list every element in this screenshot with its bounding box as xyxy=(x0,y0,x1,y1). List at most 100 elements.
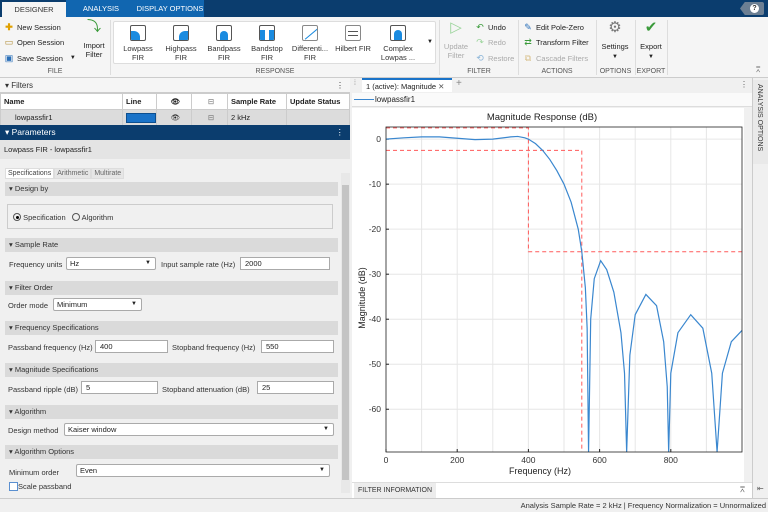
undo-button[interactable]: ↶ Undo xyxy=(475,22,506,32)
export-button[interactable]: ✔ Export ▼ xyxy=(636,20,666,62)
y-axis-label: Magnitude (dB) xyxy=(357,267,367,329)
frequency-units-select[interactable]: Hz ▼ xyxy=(66,257,156,270)
design-method-select[interactable]: Kaiser window ▼ xyxy=(64,423,334,436)
eye-icon[interactable]: 👁 xyxy=(156,93,192,110)
tab-specifications[interactable]: Specifications xyxy=(5,168,55,179)
filters-panel-header[interactable]: ▾ Filters ⋮ xyxy=(0,78,350,93)
col-line[interactable]: Line xyxy=(122,93,157,110)
scrollbar-thumb[interactable] xyxy=(342,185,349,480)
frequency-specs-header[interactable]: ▾ Frequency Specifications xyxy=(5,321,338,335)
label: Complex xyxy=(383,44,413,53)
save-session-label: Save Session xyxy=(17,53,63,63)
transform-filter-button[interactable]: ⇄ Transform Filter xyxy=(523,37,588,47)
stopband-attenuation-input[interactable]: 25 xyxy=(257,381,334,394)
scale-passband-checkbox[interactable]: Scale passband xyxy=(9,482,71,491)
tab-display-options[interactable]: DISPLAY OPTIONS xyxy=(136,0,204,17)
cascade-filters-button[interactable]: ⧉ Cascade Filters xyxy=(523,53,588,63)
label: Magnitude Specifications xyxy=(14,365,99,374)
order-mode-label: Order mode xyxy=(8,301,49,310)
sample-rate-input[interactable]: 2000 xyxy=(240,257,330,270)
help-button[interactable]: ? xyxy=(740,2,764,15)
label: Differenti... xyxy=(291,44,329,53)
parameters-scrollbar[interactable] xyxy=(341,173,350,493)
order-mode-select[interactable]: Minimum ▼ xyxy=(53,298,142,311)
tab-analysis[interactable]: ANALYSIS xyxy=(66,0,136,17)
complex-lowpass-icon xyxy=(390,25,406,41)
stopband-frequency-input[interactable]: 550 xyxy=(261,340,334,353)
passband-frequency-input[interactable]: 400 xyxy=(95,340,168,353)
bandstop-fir-button[interactable]: Bandstop FIR xyxy=(245,25,289,62)
analysis-icon[interactable]: ⊟ xyxy=(191,109,228,126)
settings-button[interactable]: ⚙ Settings ▼ xyxy=(598,20,632,62)
save-session-button[interactable]: ▣ Save Session ▼ xyxy=(4,53,76,63)
label: Lowpass xyxy=(123,44,153,53)
highpass-fir-button[interactable]: Highpass FIR xyxy=(159,25,203,62)
new-session-button[interactable]: ✚ New Session xyxy=(4,22,61,32)
x-axis-label: Frequency (Hz) xyxy=(509,466,571,476)
analysis-options-tab[interactable]: ANALYSIS OPTIONS xyxy=(753,80,768,164)
left-panel: ▾ Filters ⋮ Name Line 👁 ⊟ Sample Rate Upd… xyxy=(0,78,350,498)
magnitude-chart[interactable]: Magnitude Response (dB) Frequency (Hz) M… xyxy=(352,108,744,482)
kebab-icon[interactable]: ⋮ xyxy=(336,125,345,140)
complex-lowpass-button[interactable]: Complex Lowpas ... xyxy=(376,25,420,62)
line-color-swatch[interactable] xyxy=(122,109,157,126)
value: Kaiser window xyxy=(68,425,117,434)
radio-specification[interactable]: Specification xyxy=(13,213,66,222)
filter-information-tab[interactable]: FILTER INFORMATION xyxy=(354,483,437,498)
col-name[interactable]: Name xyxy=(0,93,123,110)
magnitude-specs-header[interactable]: ▾ Magnitude Specifications xyxy=(5,363,338,377)
sample-rate-header[interactable]: ▾ Sample Rate xyxy=(5,238,338,252)
filters-title: Filters xyxy=(11,81,34,90)
table-row[interactable]: lowpassfir1 👁 ⊟ 2 kHz xyxy=(0,109,350,126)
kebab-icon[interactable]: ⋮ xyxy=(740,80,748,89)
edit-pole-zero-button[interactable]: ✎ Edit Pole-Zero xyxy=(523,22,584,32)
eye-icon[interactable]: 👁 xyxy=(156,109,192,126)
collapse-toolstrip-icon[interactable]: ⩞ xyxy=(756,67,760,75)
radio-algorithm[interactable]: Algorithm xyxy=(72,213,113,222)
hilbert-fir-button[interactable]: Hilbert FIR xyxy=(331,25,375,53)
gallery-expand-icon[interactable]: ▼ xyxy=(427,39,433,45)
redo-button[interactable]: ↷ Redo xyxy=(475,37,506,47)
drag-handle-icon[interactable]: ⁞ xyxy=(354,80,356,87)
update-filter-button[interactable]: ▷ Update Filter xyxy=(442,19,470,60)
undo-icon: ↶ xyxy=(476,22,484,32)
bandstop-icon xyxy=(259,25,275,41)
filter-information-bar: FILTER INFORMATION ⩞ xyxy=(352,482,752,498)
parameters-panel-header[interactable]: ▾ Parameters ⋮ xyxy=(0,125,350,140)
restore-button[interactable]: ⟲ Restore xyxy=(475,53,514,63)
expand-icon[interactable]: ⩞ xyxy=(740,485,745,495)
tab-arithmetic[interactable]: Arithmetic xyxy=(54,168,92,179)
algorithm-options-header[interactable]: ▾ Algorithm Options xyxy=(5,445,338,459)
filter-order-header[interactable]: ▾ Filter Order xyxy=(5,281,338,295)
passband-ripple-input[interactable]: 5 xyxy=(81,381,158,394)
collapse-panel-icon[interactable]: ⇤ xyxy=(757,484,764,493)
folder-icon: ▭ xyxy=(4,37,14,47)
design-by-header[interactable]: ▾ Design by xyxy=(5,182,338,196)
tab-multirate[interactable]: Multirate xyxy=(91,168,125,179)
minimum-order-select[interactable]: Even ▼ xyxy=(76,464,330,477)
algorithm-header[interactable]: ▾ Algorithm xyxy=(5,405,338,419)
cascade-icon: ⧉ xyxy=(524,53,532,63)
col-sample-rate[interactable]: Sample Rate xyxy=(227,93,287,110)
passband-ripple-label: Passband ripple (dB) xyxy=(8,385,79,394)
differentiator-icon xyxy=(302,25,318,41)
bandpass-fir-button[interactable]: Bandpass FIR xyxy=(202,25,246,62)
label: FIR xyxy=(217,53,231,62)
close-icon[interactable]: ✕ xyxy=(438,82,444,91)
differentiator-fir-button[interactable]: Differenti... FIR xyxy=(288,25,332,62)
y-tick-label: -60 xyxy=(369,404,382,414)
open-session-button[interactable]: ▭ Open Session xyxy=(4,37,64,47)
analysis-icon[interactable]: ⊟ xyxy=(191,93,228,110)
add-tab-icon[interactable]: + xyxy=(456,78,462,89)
import-filter-button[interactable]: ⤵ Import Filter xyxy=(80,19,108,59)
tab-designer[interactable]: DESIGNER xyxy=(2,2,66,17)
kebab-icon[interactable]: ⋮ xyxy=(336,78,344,93)
label: Bandstop xyxy=(251,44,283,53)
ribbon-tab-bar: DESIGNER ANALYSIS DISPLAY OPTIONS ? xyxy=(0,0,768,17)
lowpass-fir-button[interactable]: Lowpass FIR xyxy=(116,25,160,62)
analysis-document-tab[interactable]: 1 (active): Magnitude ✕ xyxy=(362,78,452,92)
filter-section-label: FILTER xyxy=(467,68,491,75)
play-icon: ▷ xyxy=(450,19,462,36)
col-update-status[interactable]: Update Status xyxy=(286,93,350,110)
label: Hilbert FIR xyxy=(335,44,371,53)
